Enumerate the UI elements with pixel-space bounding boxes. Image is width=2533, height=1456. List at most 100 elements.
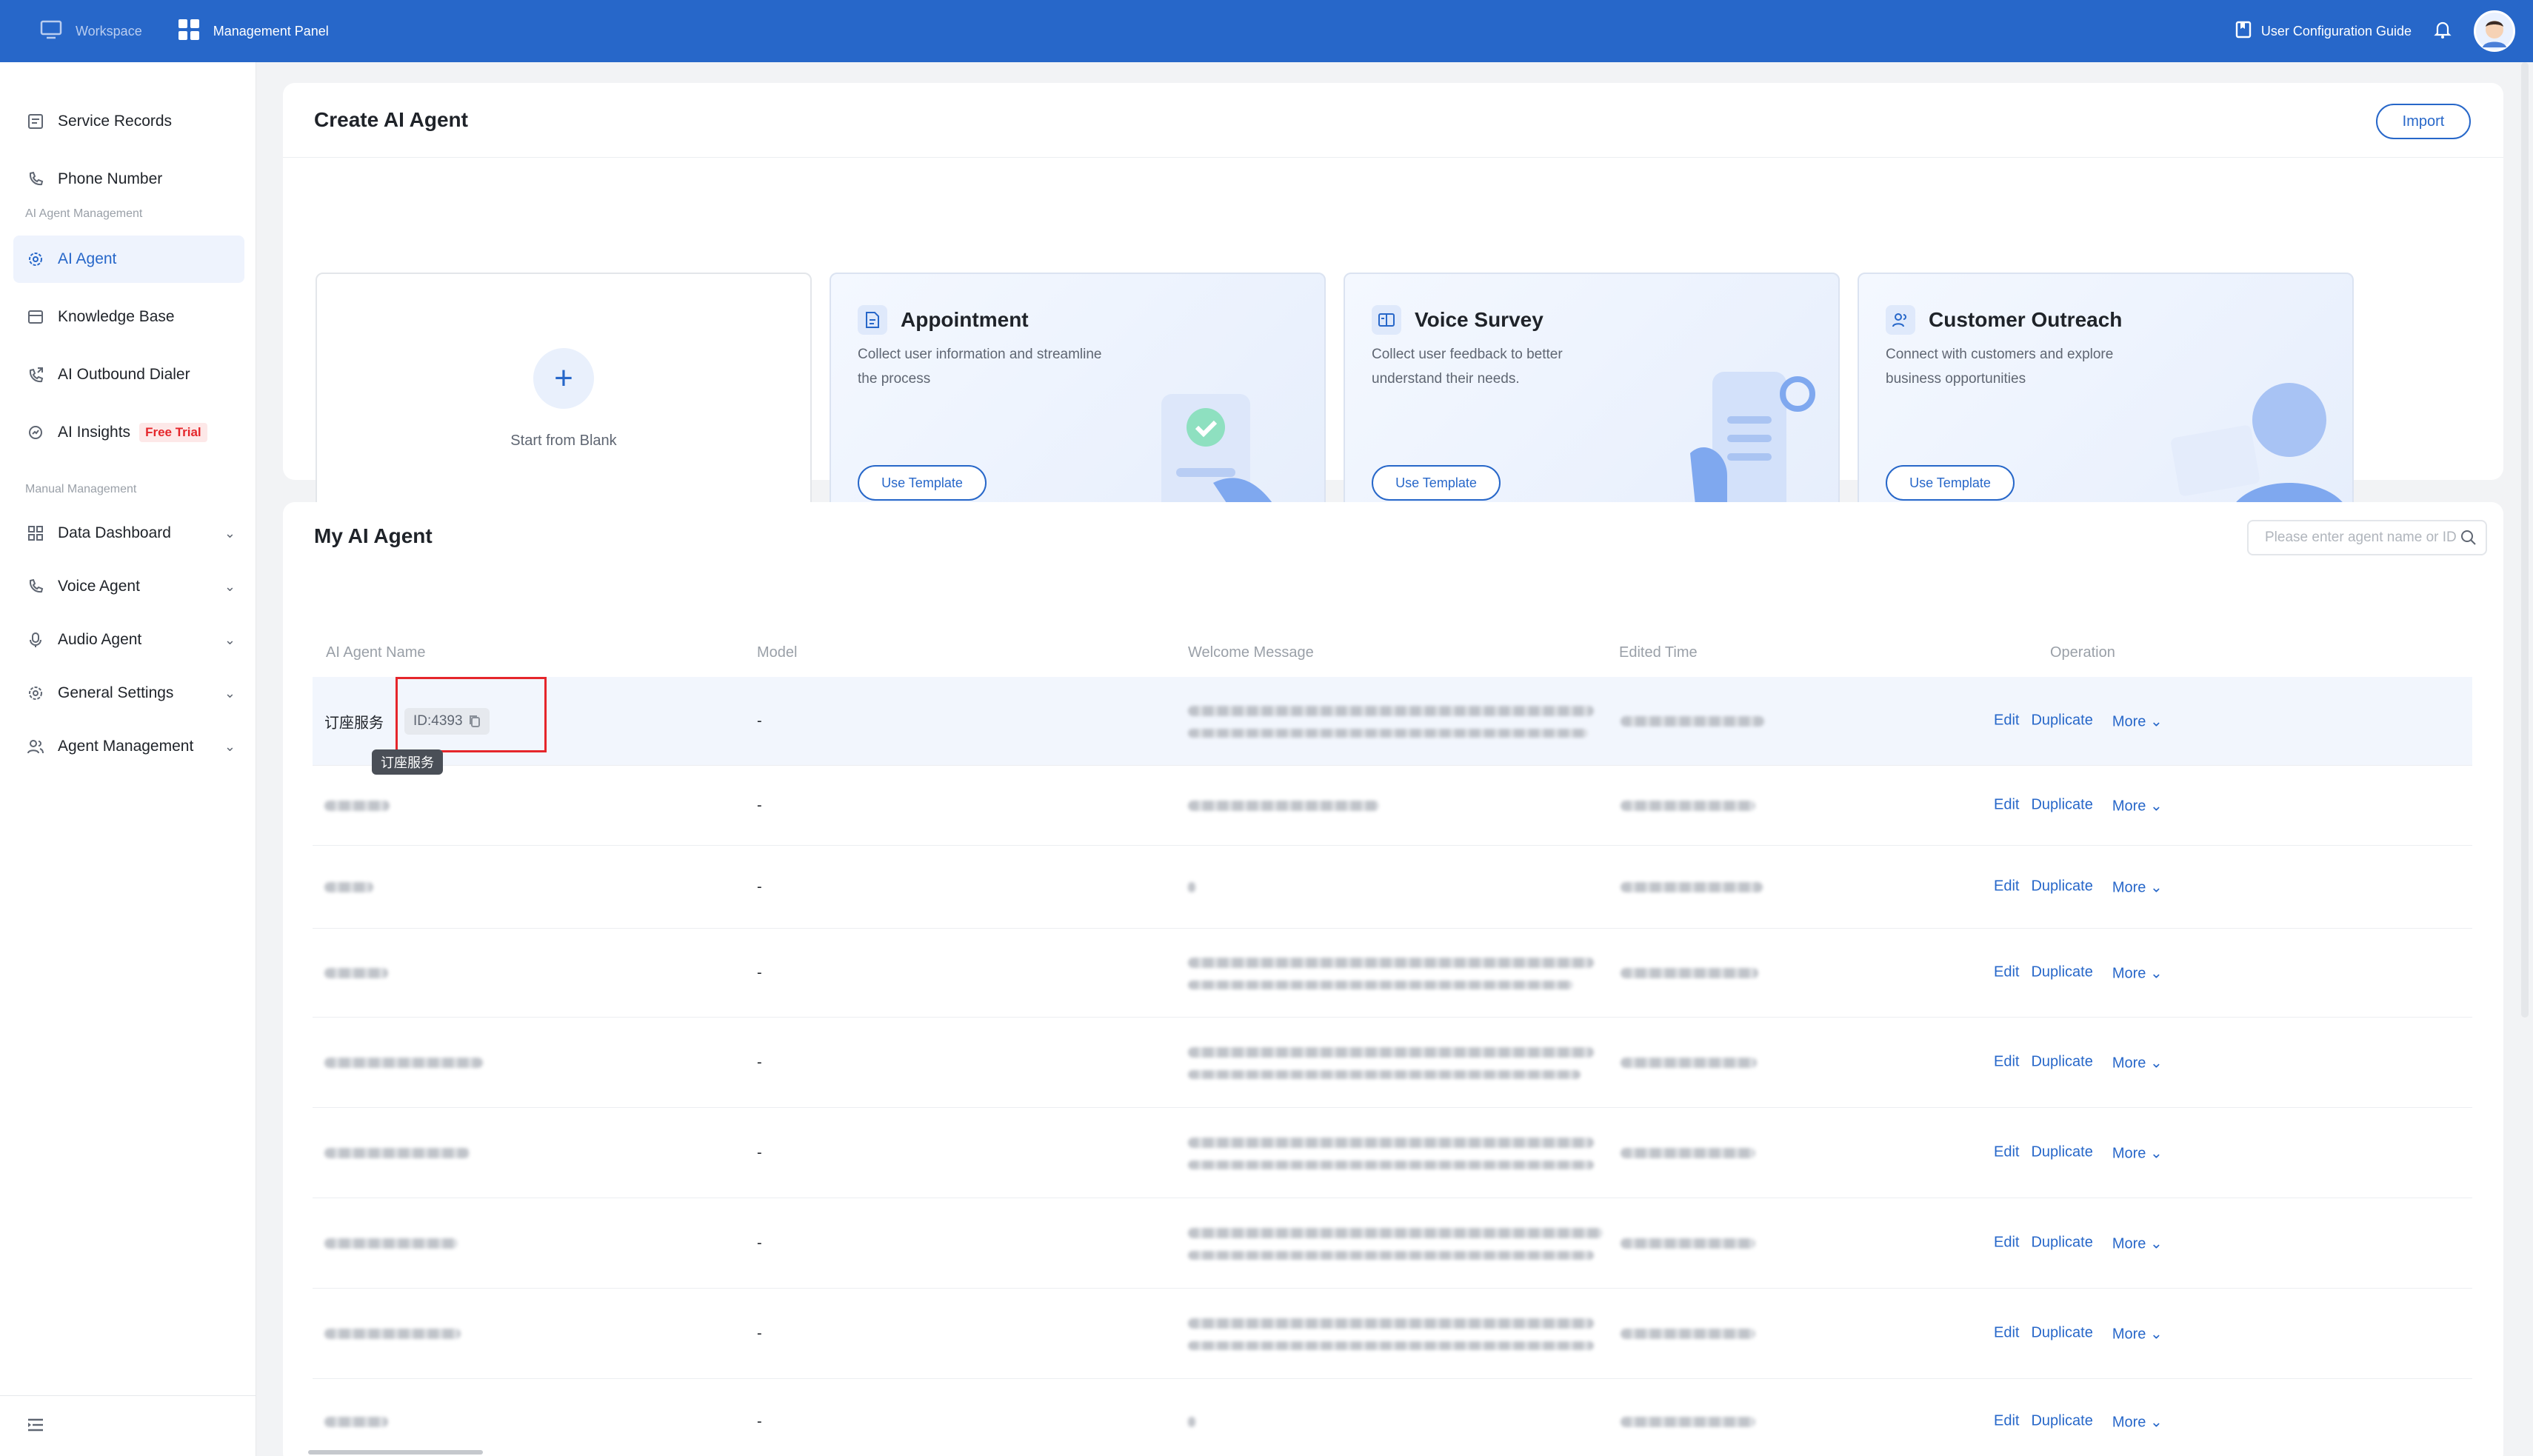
horizontal-scrollbar[interactable] — [308, 1450, 483, 1455]
duplicate-link[interactable]: Duplicate — [2031, 796, 2092, 815]
more-dropdown[interactable]: More ⌄ — [2112, 1143, 2163, 1162]
grid-icon — [178, 19, 200, 44]
use-template-button[interactable]: Use Template — [1886, 465, 2015, 501]
edited-time-redacted — [1621, 715, 1764, 727]
table-row[interactable]: - Edit Duplicate More ⌄ — [313, 1108, 2472, 1198]
sidebar-item-ai-insights[interactable]: AI Insights Free Trial — [13, 409, 244, 456]
table-row[interactable]: - Edit Duplicate More ⌄ — [313, 1198, 2472, 1289]
guide-label: User Configuration Guide — [2260, 23, 2412, 39]
duplicate-link[interactable]: Duplicate — [2031, 878, 2092, 896]
duplicate-link[interactable]: Duplicate — [2031, 1053, 2092, 1072]
more-dropdown[interactable]: More ⌄ — [2112, 712, 2163, 730]
table-row[interactable]: 订座服务 ID:4393 - Edit Duplicate More ⌄ — [313, 677, 2472, 766]
column-header-welcome: Welcome Message — [1188, 644, 1314, 661]
agent-name-redacted — [324, 800, 390, 811]
edited-time-redacted — [1621, 881, 1763, 892]
workspace-tab[interactable]: Workspace — [40, 20, 142, 43]
edit-link[interactable]: Edit — [1994, 1324, 2019, 1343]
sidebar-item-ai-agent[interactable]: AI Agent — [13, 236, 244, 283]
voice-survey-illustration — [1690, 372, 1815, 527]
more-dropdown[interactable]: More ⌄ — [2112, 1053, 2163, 1072]
start-from-blank-card[interactable]: + Start from Blank — [316, 273, 812, 529]
sidebar-item-audio-agent[interactable]: Audio Agent ⌄ — [13, 616, 244, 664]
search-icon[interactable] — [2460, 530, 2477, 546]
duplicate-link[interactable]: Duplicate — [2031, 712, 2092, 730]
sidebar-item-voice-agent[interactable]: Voice Agent ⌄ — [13, 563, 244, 610]
sidebar-item-general-settings[interactable]: General Settings ⌄ — [13, 669, 244, 717]
welcome-message-redacted — [1188, 1318, 1594, 1329]
more-dropdown[interactable]: More ⌄ — [2112, 878, 2163, 896]
customer-outreach-illustration — [2171, 383, 2352, 527]
more-dropdown[interactable]: More ⌄ — [2112, 1324, 2163, 1343]
sidebar-item-label: Phone Number — [58, 170, 163, 187]
duplicate-link[interactable]: Duplicate — [2031, 1234, 2092, 1252]
duplicate-link[interactable]: Duplicate — [2031, 1143, 2092, 1162]
row-operations: Edit Duplicate More ⌄ — [1994, 1413, 2163, 1432]
table-row[interactable]: - Edit Duplicate More ⌄ — [313, 1018, 2472, 1108]
agent-name-redacted — [324, 1147, 470, 1158]
edited-time-redacted — [1621, 1238, 1755, 1249]
duplicate-link[interactable]: Duplicate — [2031, 1324, 2092, 1343]
sidebar-item-label: Audio Agent — [58, 631, 142, 648]
sidebar-item-ai-outbound-dialer[interactable]: AI Outbound Dialer — [13, 351, 244, 398]
welcome-message-redacted — [1188, 980, 1573, 989]
table-row[interactable]: - Edit Duplicate More ⌄ — [313, 1379, 2472, 1456]
sidebar-item-knowledge-base[interactable]: Knowledge Base — [13, 293, 244, 341]
create-agent-title: Create AI Agent — [314, 108, 468, 131]
chevron-down-icon: ⌄ — [224, 632, 236, 647]
management-panel-label: Management Panel — [213, 23, 329, 39]
more-label: More — [2112, 965, 2146, 981]
row-operations: Edit Duplicate More ⌄ — [1994, 1053, 2163, 1072]
edit-link[interactable]: Edit — [1994, 1234, 2019, 1252]
phone-icon — [25, 169, 46, 190]
table-row[interactable]: - Edit Duplicate More ⌄ — [313, 929, 2472, 1018]
edit-link[interactable]: Edit — [1994, 1413, 2019, 1432]
more-label: More — [2112, 1145, 2146, 1161]
template-title: Voice Survey — [1415, 308, 1544, 331]
bell-icon[interactable] — [2434, 20, 2452, 43]
collapse-menu-icon[interactable] — [27, 1417, 44, 1437]
edit-link[interactable]: Edit — [1994, 1143, 2019, 1162]
edit-link[interactable]: Edit — [1994, 1053, 2019, 1072]
search-input[interactable]: Please enter agent name or ID — [2247, 520, 2487, 555]
duplicate-link[interactable]: Duplicate — [2031, 964, 2092, 982]
edit-link[interactable]: Edit — [1994, 964, 2019, 982]
sidebar-item-label: Agent Management — [58, 738, 194, 755]
welcome-message-redacted — [1188, 728, 1588, 738]
agent-model: - — [757, 1413, 762, 1430]
agent-model: - — [757, 878, 762, 895]
vertical-scrollbar[interactable] — [2521, 62, 2529, 1018]
user-guide-link[interactable]: User Configuration Guide — [2235, 21, 2412, 42]
import-button[interactable]: Import — [2376, 104, 2471, 139]
edit-link[interactable]: Edit — [1994, 878, 2019, 896]
template-card-voice-survey[interactable]: Voice Survey Collect user feedback to be… — [1344, 273, 1840, 529]
sidebar-footer — [0, 1395, 256, 1456]
use-template-button[interactable]: Use Template — [1372, 465, 1501, 501]
table-row[interactable]: - Edit Duplicate More ⌄ — [313, 846, 2472, 929]
edited-time-redacted — [1621, 1328, 1755, 1339]
use-template-button[interactable]: Use Template — [858, 465, 987, 501]
duplicate-link[interactable]: Duplicate — [2031, 1413, 2092, 1432]
sidebar-item-service-records[interactable]: Service Records — [13, 98, 244, 145]
sidebar-item-phone-number[interactable]: Phone Number — [13, 156, 244, 203]
management-panel-tab[interactable]: Management Panel — [178, 19, 329, 44]
welcome-message-redacted — [1188, 1340, 1594, 1350]
avatar[interactable] — [2474, 10, 2515, 52]
welcome-message-redacted — [1188, 1417, 1195, 1427]
table-row[interactable]: - Edit Duplicate More ⌄ — [313, 1289, 2472, 1379]
template-card-appointment[interactable]: Appointment Collect user information and… — [830, 273, 1326, 529]
sidebar-item-agent-management[interactable]: Agent Management ⌄ — [13, 723, 244, 770]
more-dropdown[interactable]: More ⌄ — [2112, 964, 2163, 982]
welcome-message-redacted — [1188, 1046, 1594, 1058]
sidebar: Service Records Phone Number AI Agent Ma… — [0, 62, 256, 1456]
agent-name-redacted — [324, 1057, 483, 1068]
sidebar-item-label: Voice Agent — [58, 578, 140, 595]
more-dropdown[interactable]: More ⌄ — [2112, 1413, 2163, 1432]
edit-link[interactable]: Edit — [1994, 712, 2019, 730]
table-row[interactable]: - Edit Duplicate More ⌄ — [313, 766, 2472, 846]
more-dropdown[interactable]: More ⌄ — [2112, 796, 2163, 815]
edit-link[interactable]: Edit — [1994, 796, 2019, 815]
more-dropdown[interactable]: More ⌄ — [2112, 1234, 2163, 1252]
sidebar-item-data-dashboard[interactable]: Data Dashboard ⌄ — [13, 510, 244, 557]
template-card-customer-outreach[interactable]: Customer Outreach Connect with customers… — [1858, 273, 2354, 529]
